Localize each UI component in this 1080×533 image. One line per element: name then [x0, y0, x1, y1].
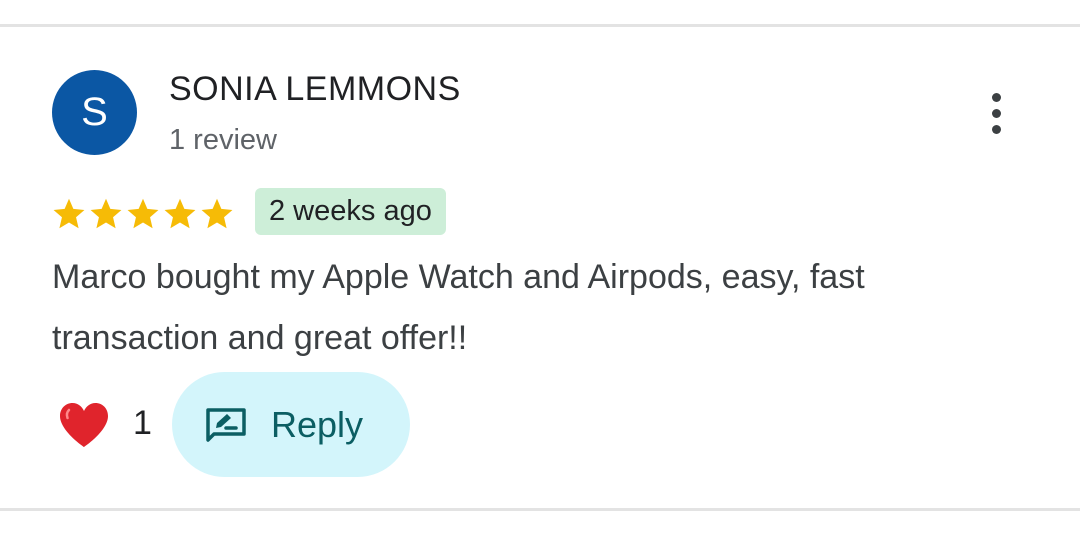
more-vert-icon-dot [991, 108, 1001, 118]
star-icon [127, 198, 159, 229]
avatar[interactable]: S [52, 70, 137, 155]
heart-icon[interactable] [57, 400, 111, 450]
star-rating [51, 195, 235, 233]
bottom-divider [0, 508, 1080, 511]
review-card: S SONIA LEMMONS 1 review 2 weeks ago Mar… [0, 0, 1080, 533]
reviewer-name[interactable]: SONIA LEMMONS [169, 70, 461, 109]
star-icon [53, 198, 85, 229]
time-ago-badge: 2 weeks ago [255, 188, 446, 235]
star-icon [90, 198, 122, 229]
more-options-button[interactable] [974, 88, 1018, 138]
rate-review-icon [206, 408, 246, 442]
more-vert-icon-dot [991, 124, 1001, 134]
review-count: 1 review [169, 124, 277, 156]
more-vert-icon [991, 92, 1001, 102]
avatar-initial: S [81, 90, 108, 134]
review-text: Marco bought my Apple Watch and Airpods,… [52, 258, 865, 357]
star-icon [164, 198, 196, 229]
reply-button[interactable]: Reply [172, 372, 410, 477]
like-count: 1 [133, 404, 152, 442]
top-divider [0, 24, 1080, 27]
reply-label: Reply [271, 404, 364, 445]
star-icon [201, 198, 233, 229]
